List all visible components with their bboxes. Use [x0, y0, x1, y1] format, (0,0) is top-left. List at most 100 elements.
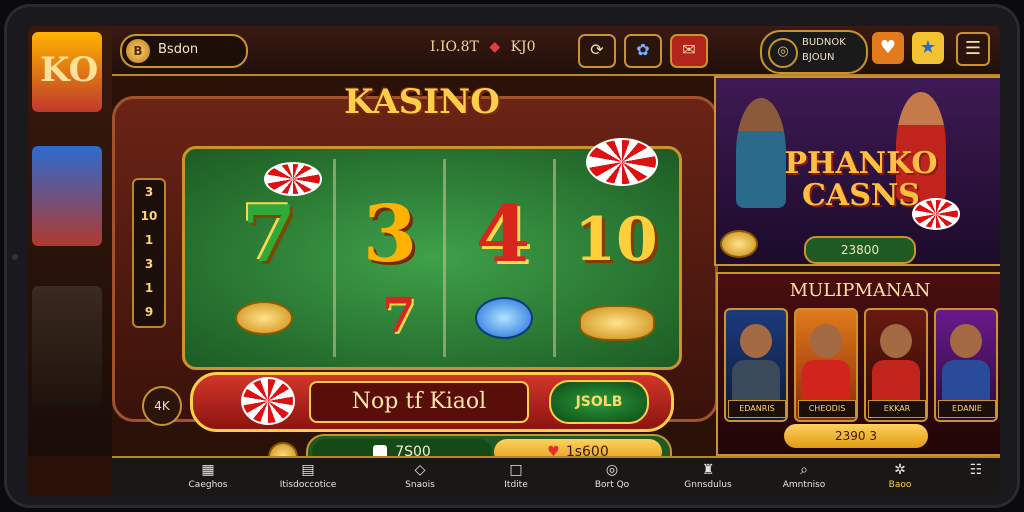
player-card[interactable]: EDANIE — [934, 308, 998, 422]
profile-icon: ☷ — [969, 462, 983, 478]
player-body — [732, 360, 780, 400]
auto-spin-button[interactable]: 4K — [142, 386, 182, 426]
brand-button[interactable]: B Bsdon — [120, 34, 248, 68]
spin-chip-icon — [241, 377, 295, 425]
reel-symbol-4: 10 — [574, 205, 658, 275]
hamburger-icon: ☰ — [964, 38, 982, 59]
balance-left: I.IO.8T — [430, 39, 479, 55]
square-icon: □ — [509, 462, 523, 478]
player-name: EKKAR — [868, 400, 926, 418]
heart-icon: ♥ — [879, 37, 897, 58]
arcade-cabinet-text: KO — [40, 50, 99, 90]
multiplayer-panel: MULIPMANAN EDANRIS CHEODIS EKKAR EDANIE — [716, 272, 1000, 456]
gift-icon: ▦ — [201, 462, 215, 478]
arcade-cabinet-bottom — [32, 286, 102, 406]
player-body — [802, 360, 850, 400]
vip-button[interactable]: ★ — [912, 32, 944, 64]
casino-chip-stack-icon — [586, 138, 658, 186]
reel-divider — [443, 159, 446, 357]
nav-item[interactable]: ◎ Bort Qo — [562, 458, 662, 496]
spin-button[interactable]: Nop tf Kiaol — [309, 381, 529, 423]
gold-coin-icon — [235, 301, 293, 335]
paytable-item: 3 — [144, 257, 154, 271]
paytable: 3 10 1 3 1 9 — [132, 178, 166, 328]
player-avatar — [880, 324, 912, 358]
diamond-icon: ◇ — [414, 462, 426, 478]
player-body — [942, 360, 990, 400]
paytable-item: 1 — [144, 233, 154, 247]
player-avatar — [740, 324, 772, 358]
player-name: CHEODIS — [798, 400, 856, 418]
promo-panel[interactable]: PHANKO CASNS 23800 — [714, 76, 1000, 266]
favorites-button[interactable]: ♥ — [872, 32, 904, 64]
nav-item[interactable]: ♜ Gnnsdulus — [658, 458, 758, 496]
reel-symbol-2: 3 — [362, 189, 418, 280]
arcade-cabinet-top: KO — [32, 32, 102, 112]
arcade-cabinet-middle — [32, 146, 102, 246]
slot-machine: KASINO 3 10 1 3 1 9 7 3 4 10 7 4K Nop tf… — [112, 78, 718, 474]
nav-item[interactable]: ▤ Itisdoccotice — [258, 458, 358, 496]
paytable-item: 1 — [144, 281, 154, 295]
wallet-line2: BJOUN — [802, 52, 835, 63]
player-avatar — [810, 324, 842, 358]
reel-symbol-3: 4 — [475, 189, 531, 280]
brand-label: Bsdon — [158, 42, 199, 57]
player-name: EDANIE — [938, 400, 996, 418]
balance-display: I.IO.8T ◆ KJ0 — [430, 39, 536, 55]
slot-title-banner: KASINO — [322, 78, 522, 130]
promo-value: 23800 — [804, 236, 916, 264]
casino-chip-icon — [912, 198, 960, 230]
reel-divider — [333, 159, 336, 357]
nav-item[interactable]: ◇ Snaois — [370, 458, 470, 496]
paytable-item: 3 — [144, 185, 154, 199]
player-card[interactable]: CHEODIS — [794, 308, 858, 422]
player-avatar — [950, 324, 982, 358]
nav-item[interactable]: ▦ Caeghos — [158, 458, 258, 496]
nav-item[interactable]: ⌕ Amntniso — [754, 458, 854, 496]
player-name: EDANRIS — [728, 400, 786, 418]
game-screen: KO B Bsdon I.IO.8T ◆ KJ0 ⟳ ✿ ✉ ◎ BUDNOK … — [28, 26, 1000, 496]
multiplayer-value: 2390 3 — [784, 424, 928, 448]
arcade-background: KO — [28, 26, 112, 456]
star-icon: ★ — [919, 37, 937, 58]
top-bar: B Bsdon I.IO.8T ◆ KJ0 ⟳ ✿ ✉ ◎ BUDNOK BJO… — [112, 26, 1000, 76]
spin-bar: Nop tf Kiaol JSOLB — [190, 372, 674, 432]
menu-button[interactable]: ☰ — [956, 32, 990, 66]
paytable-item: 9 — [144, 305, 154, 319]
ruby-icon: ◆ — [489, 39, 501, 55]
reel-divider — [553, 159, 556, 357]
paytable-item: 10 — [140, 209, 158, 223]
settings-icon: ✲ — [894, 462, 906, 478]
wallet-line1: BUDNOK — [802, 37, 846, 48]
gift-button[interactable]: ✿ — [624, 34, 662, 68]
casino-chip-icon — [264, 162, 322, 196]
nav-item[interactable]: ☷ — [926, 458, 1000, 496]
refresh-icon: ⟳ — [590, 40, 604, 59]
mail-button[interactable]: ✉ — [670, 34, 708, 68]
coin-logo-icon: B — [126, 39, 150, 63]
search-icon: ⌕ — [800, 462, 808, 478]
chip-icon: ◎ — [605, 462, 619, 478]
refresh-button[interactable]: ⟳ — [578, 34, 616, 68]
grid-icon: ▤ — [301, 462, 315, 478]
player-body — [872, 360, 920, 400]
blue-gem-icon — [475, 297, 533, 339]
multiplayer-title: MULIPMANAN — [789, 280, 931, 301]
balance-right: KJ0 — [510, 39, 536, 55]
trophy-icon: ♜ — [701, 462, 715, 478]
player-card[interactable]: EDANRIS — [724, 308, 788, 422]
mail-icon: ✉ — [682, 40, 696, 59]
reel-symbol-row2: 7 — [382, 288, 416, 344]
wallet-icon: ◎ — [768, 38, 798, 68]
reel-symbol-1: 7 — [241, 189, 297, 280]
bottom-nav: ▦ Caeghos ▤ Itisdoccotice ◇ Snaois □ Itdite … — [112, 456, 1000, 496]
bonus-button[interactable]: JSOLB — [549, 380, 649, 424]
coin-icon — [720, 230, 758, 258]
gold-bar-icon — [579, 305, 655, 341]
device-frame: KO B Bsdon I.IO.8T ◆ KJ0 ⟳ ✿ ✉ ◎ BUDNOK … — [4, 4, 1020, 508]
camera-dot — [12, 254, 18, 260]
nav-item[interactable]: □ Itdite — [466, 458, 566, 496]
gift-icon: ✿ — [636, 40, 650, 59]
player-card[interactable]: EKKAR — [864, 308, 928, 422]
wallet-button[interactable]: ◎ BUDNOK BJOUN — [760, 30, 868, 74]
